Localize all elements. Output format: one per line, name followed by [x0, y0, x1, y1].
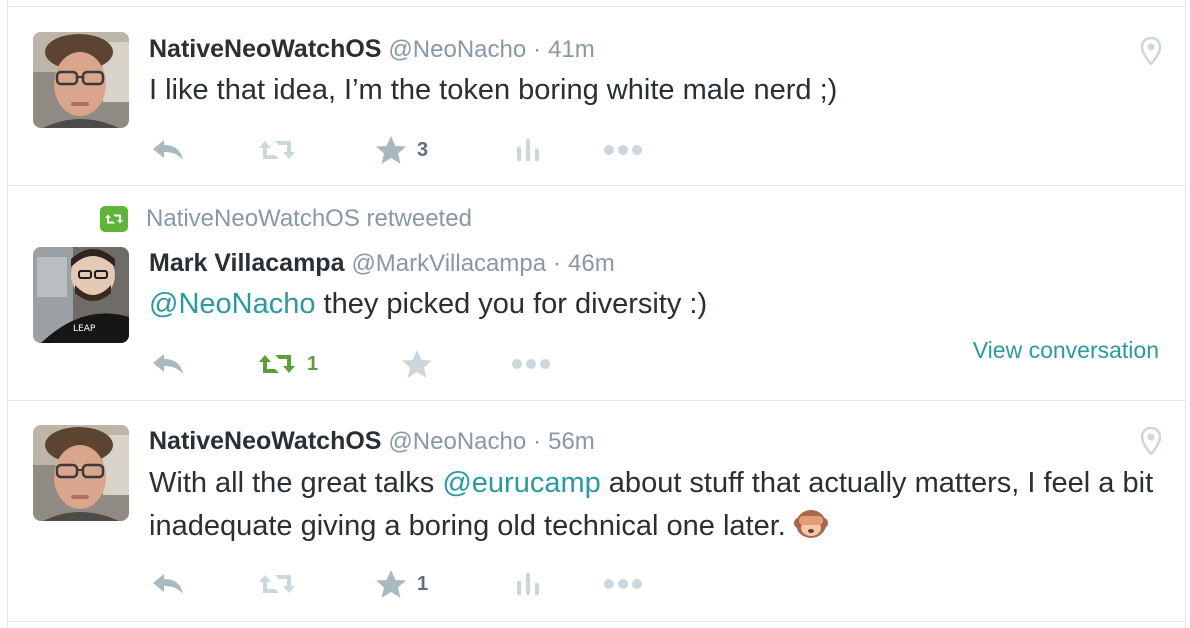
mention-link[interactable]: @eurucamp: [442, 467, 600, 499]
timestamp[interactable]: 56m: [548, 428, 595, 455]
tweet-actions: 3: [149, 133, 669, 167]
tweet-text: I like that idea, I’m the token boring w…: [149, 74, 838, 106]
retweet-icon: [259, 355, 295, 373]
username[interactable]: @MarkVillacampa: [351, 250, 546, 277]
favorite-button[interactable]: 3: [375, 133, 428, 167]
tweet-actions: 1: [149, 567, 669, 601]
retweet-badge-icon: [100, 206, 128, 232]
location-pin-icon[interactable]: [1140, 36, 1162, 70]
avatar[interactable]: [33, 425, 129, 521]
star-icon: [376, 136, 406, 164]
analytics-icon: [517, 139, 539, 161]
star-icon: [376, 570, 406, 598]
more-icon: [604, 145, 642, 155]
tweet-text: With all the great talks @eurucamp about…: [149, 462, 1159, 552]
retweet-button[interactable]: [257, 567, 297, 601]
tweet-header: Mark Villacampa @MarkVillacampa · 46m: [149, 249, 615, 278]
reply-icon: [153, 140, 183, 160]
username[interactable]: @NeoNacho: [388, 428, 526, 455]
avatar[interactable]: [33, 32, 129, 128]
reply-button[interactable]: [151, 133, 185, 167]
more-button[interactable]: [603, 567, 643, 601]
username[interactable]: @NeoNacho: [388, 36, 526, 63]
tweet[interactable]: NativeNeoWatchOS retweeted LEAP Mark Vil…: [8, 185, 1185, 401]
retweet-context-text[interactable]: NativeNeoWatchOS retweeted: [146, 205, 472, 233]
reply-icon: [153, 574, 183, 594]
retweet-button[interactable]: [257, 133, 297, 167]
reply-button[interactable]: [151, 347, 185, 381]
star-icon: [402, 350, 432, 378]
timeline: NativeNeoWatchOS @NeoNacho · 41m I like …: [7, 0, 1186, 628]
tweet-header: NativeNeoWatchOS @NeoNacho · 56m: [149, 427, 595, 456]
favorite-button[interactable]: [401, 347, 433, 381]
favorite-count: 3: [417, 138, 429, 161]
fullname[interactable]: NativeNeoWatchOS: [149, 35, 381, 63]
fullname[interactable]: Mark Villacampa: [149, 249, 344, 277]
separator: ·: [533, 36, 542, 63]
tweet[interactable]: NativeNeoWatchOS @NeoNacho · 56m With al…: [8, 401, 1185, 622]
retweet-count: 1: [307, 352, 319, 375]
see-no-evil-monkey-icon: [793, 507, 828, 552]
retweet-button[interactable]: 1: [257, 347, 318, 381]
tweet-text-body: With all the great talks: [149, 467, 443, 499]
favorite-count: 1: [417, 572, 429, 595]
analytics-icon: [517, 573, 539, 595]
tweet-text: @NeoNacho they picked you for diversity …: [149, 283, 1159, 326]
separator: ·: [553, 250, 562, 277]
more-icon: [604, 579, 642, 589]
location-pin-icon[interactable]: [1140, 426, 1162, 460]
retweet-context: NativeNeoWatchOS retweeted: [100, 205, 472, 233]
svg-text:LEAP: LEAP: [73, 324, 96, 334]
timestamp[interactable]: 46m: [568, 250, 615, 277]
retweet-icon: [259, 575, 295, 593]
reply-icon: [153, 354, 183, 374]
more-button[interactable]: [603, 133, 643, 167]
more-icon: [512, 359, 550, 369]
reply-button[interactable]: [151, 567, 185, 601]
analytics-button[interactable]: [515, 567, 541, 601]
tweet-header: NativeNeoWatchOS @NeoNacho · 41m: [149, 35, 595, 64]
tweet-text-body: they picked you for diversity :): [315, 288, 708, 320]
timestamp[interactable]: 41m: [548, 36, 595, 63]
avatar[interactable]: LEAP: [33, 247, 129, 343]
fullname[interactable]: NativeNeoWatchOS: [149, 427, 381, 455]
mention-link[interactable]: @NeoNacho: [149, 288, 315, 320]
tweet-actions: 1: [149, 347, 669, 381]
separator: ·: [533, 428, 542, 455]
view-conversation-link[interactable]: View conversation: [973, 337, 1159, 364]
tweet[interactable]: NativeNeoWatchOS @NeoNacho · 41m I like …: [8, 6, 1185, 186]
analytics-button[interactable]: [515, 133, 541, 167]
retweet-icon: [259, 141, 295, 159]
more-button[interactable]: [511, 347, 551, 381]
favorite-button[interactable]: 1: [375, 567, 428, 601]
